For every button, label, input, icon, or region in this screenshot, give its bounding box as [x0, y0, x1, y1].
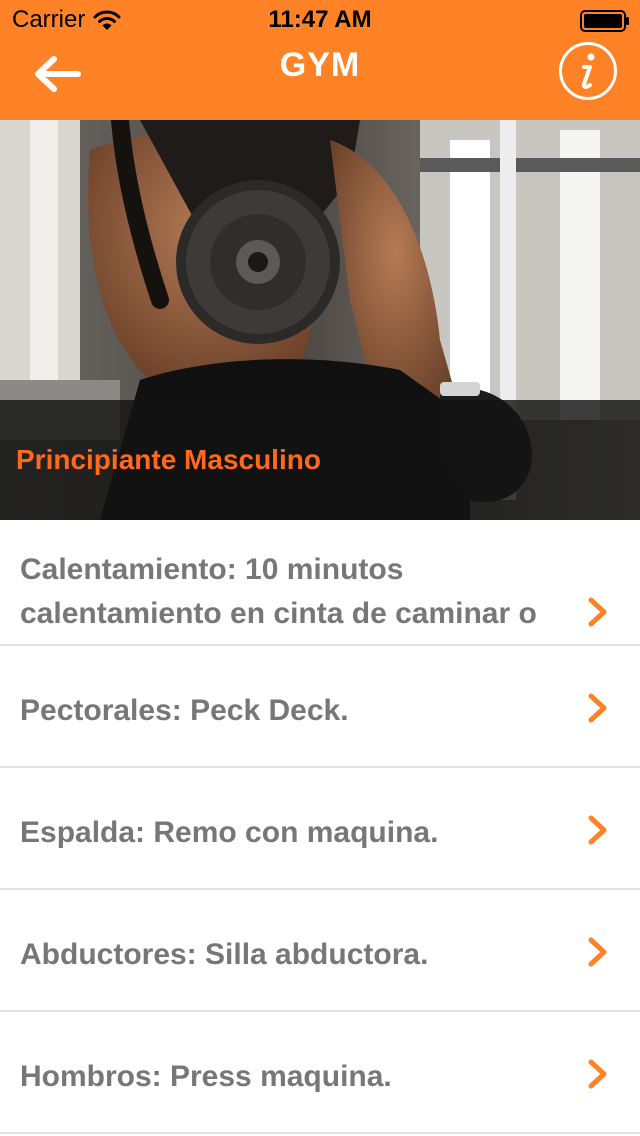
hero-banner: Principiante Masculino: [0, 120, 640, 520]
list-item-label: Hombros: Press maquina.: [20, 1060, 392, 1093]
chevron-right-icon: [588, 1059, 607, 1089]
battery-icon: [580, 10, 629, 32]
list-item-label: Abductores: Silla abductora.: [20, 938, 429, 971]
header-bar: Carrier 11:47 AM GYM: [0, 0, 640, 120]
status-time: 11:47 AM: [268, 6, 372, 33]
exercise-list: Calentamiento: 10 minutos calentamiento …: [0, 524, 640, 1134]
list-item-label: Calentamiento: 10 minutos calentamiento …: [20, 553, 537, 644]
page-title: GYM: [279, 46, 361, 84]
chevron-right-icon: [588, 937, 607, 967]
chevron-right-icon: [588, 815, 607, 845]
chevron-right-icon: [588, 597, 607, 627]
status-bar: Carrier 11:47 AM: [0, 0, 640, 40]
list-item[interactable]: Hombros: Press maquina.: [0, 1012, 640, 1134]
hero-caption-overlay: Principiante Masculino: [0, 400, 640, 520]
navigation-bar: GYM: [0, 40, 640, 120]
list-item-label: Pectorales: Peck Deck.: [20, 694, 349, 727]
chevron-right-icon: [588, 693, 607, 723]
list-item[interactable]: Abductores: Silla abductora.: [0, 890, 640, 1012]
list-item-label: Espalda: Remo con maquina.: [20, 816, 439, 849]
info-icon[interactable]: [558, 41, 618, 101]
list-item[interactable]: Espalda: Remo con maquina.: [0, 768, 640, 890]
list-item[interactable]: Calentamiento: 10 minutos calentamiento …: [0, 524, 640, 646]
program-title: Principiante Masculino: [16, 444, 321, 475]
list-item[interactable]: Pectorales: Peck Deck.: [0, 646, 640, 768]
